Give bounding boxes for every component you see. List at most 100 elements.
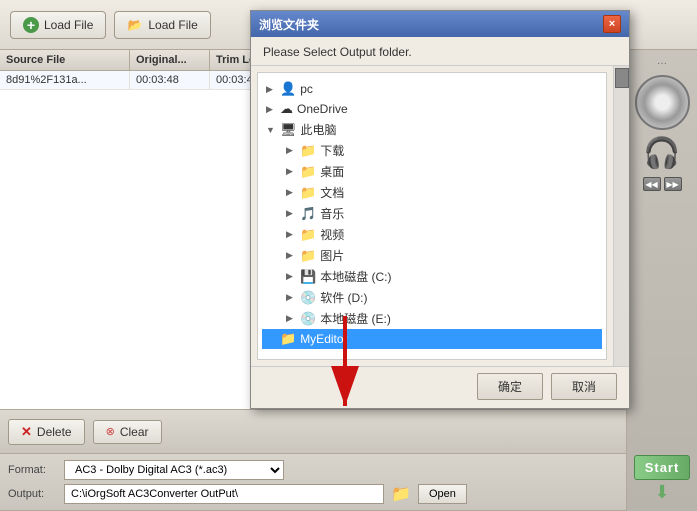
open-button[interactable]: Open	[418, 484, 467, 504]
tree-arrow-music: ▶	[286, 208, 296, 219]
tree-label-docs: 文档	[320, 184, 344, 201]
tree-label-desktop: 桌面	[320, 163, 344, 180]
folder-icon: 📁	[391, 484, 411, 504]
tree-item-downloads[interactable]: ▶ 📁 下载	[262, 140, 602, 161]
dialog: 浏览文件夹 × Please Select Output folder. ▶ 👤…	[250, 10, 630, 409]
load-file-2-label: Load File	[148, 18, 197, 32]
tree-folder-icon-local_c: 💾	[300, 269, 316, 285]
nav-controls: ◀◀ ▶▶	[643, 177, 682, 191]
dialog-title: 浏览文件夹	[259, 16, 319, 33]
right-panel: ··· 🎧 ◀◀ ▶▶ Start ⬇	[627, 50, 697, 511]
start-area: Start ⬇	[634, 455, 691, 503]
cell-original: 00:03:48	[130, 71, 210, 89]
delete-button[interactable]: ✕ Delete	[8, 419, 85, 445]
tree-arrow-desktop: ▶	[286, 166, 296, 177]
output-label: Output:	[8, 488, 58, 500]
tree-item-myeditor[interactable]: 📁 MyEditor	[262, 329, 602, 349]
start-button[interactable]: Start	[634, 455, 691, 480]
tree-folder-icon-soft_d: 💿	[300, 290, 316, 306]
tree-arrow-onedrive: ▶	[266, 104, 276, 115]
format-select[interactable]: AC3 - Dolby Digital AC3 (*.ac3)	[64, 460, 284, 480]
dialog-content: ▶ 👤 pc ▶ ☁ OneDrive ▼ 🖥 此电脑 ▶ 📁 下载 ▶ 📁 桌…	[251, 66, 629, 366]
tree-item-soft_d[interactable]: ▶ 💿 软件 (D:)	[262, 287, 602, 308]
tree-item-docs[interactable]: ▶ 📁 文档	[262, 182, 602, 203]
tree-label-music: 音乐	[320, 205, 344, 222]
tree-folder-icon-pc: 👤	[280, 81, 296, 97]
tree-label-pictures: 图片	[320, 247, 344, 264]
cell-source: 8d91%2F131a...	[0, 71, 130, 89]
tree-arrow-pictures: ▶	[286, 250, 296, 261]
next-btn[interactable]: ▶▶	[664, 177, 682, 191]
next-icon: ▶▶	[666, 180, 678, 189]
tree-arrow-local_c: ▶	[286, 271, 296, 282]
format-label: Format:	[8, 464, 58, 476]
tree-label-downloads: 下载	[320, 142, 344, 159]
cd-visual	[635, 75, 690, 130]
clear-label: Clear	[120, 425, 149, 439]
tree-item-desktop[interactable]: ▶ 📁 桌面	[262, 161, 602, 182]
tree-folder-icon-videos: 📁	[300, 227, 316, 243]
tree-arrow-videos: ▶	[286, 229, 296, 240]
tree-arrow-pc: ▶	[266, 84, 276, 95]
tree-arrow-downloads: ▶	[286, 145, 296, 156]
action-bar: ✕ Delete ⊗ Clear	[0, 410, 626, 454]
tree-folder-icon-music: 🎵	[300, 206, 316, 222]
tree-folder-icon-local_e: 💿	[300, 311, 316, 327]
folder-load-icon: 📂	[127, 17, 143, 33]
right-panel-top: ···	[657, 58, 667, 69]
tree-label-myeditor: MyEditor	[300, 332, 347, 346]
app-window: + Load File 📂 Load File Source File Orig…	[0, 0, 697, 511]
tree-label-thispc: 此电脑	[301, 121, 337, 138]
format-bar: Format: AC3 - Dolby Digital AC3 (*.ac3) …	[0, 454, 626, 511]
dialog-scrollbar[interactable]	[613, 66, 629, 366]
load-file-1-label: Load File	[44, 18, 93, 32]
tree-item-pictures[interactable]: ▶ 📁 图片	[262, 245, 602, 266]
tree-folder-icon-myeditor: 📁	[280, 331, 296, 347]
tree-label-local_e: 本地磁盘 (E:)	[320, 310, 391, 327]
tree-arrow-docs: ▶	[286, 187, 296, 198]
tree-item-thispc[interactable]: ▼ 🖥 此电脑	[262, 119, 602, 140]
tree-item-music[interactable]: ▶ 🎵 音乐	[262, 203, 602, 224]
dialog-cancel-button[interactable]: 取消	[551, 373, 617, 400]
tree-folder-icon-pictures: 📁	[300, 248, 316, 264]
tree-arrow-soft_d: ▶	[286, 292, 296, 303]
dialog-confirm-button[interactable]: 确定	[477, 373, 543, 400]
browse-folder-button[interactable]: 📁	[390, 484, 412, 504]
prev-btn[interactable]: ◀◀	[643, 177, 661, 191]
dialog-actions: 确定 取消	[251, 366, 629, 408]
tree-label-local_c: 本地磁盘 (C:)	[320, 268, 391, 285]
tree-item-local_e[interactable]: ▶ 💿 本地磁盘 (E:)	[262, 308, 602, 329]
add-icon: +	[23, 17, 39, 33]
tree-label-soft_d: 软件 (D:)	[320, 289, 367, 306]
load-file-1-button[interactable]: + Load File	[10, 11, 106, 39]
tree-item-pc[interactable]: ▶ 👤 pc	[262, 79, 602, 99]
format-row: Format: AC3 - Dolby Digital AC3 (*.ac3)	[8, 460, 618, 480]
tree-item-local_c[interactable]: ▶ 💾 本地磁盘 (C:)	[262, 266, 602, 287]
load-file-2-button[interactable]: 📂 Load File	[114, 11, 210, 39]
col-original-header: Original...	[130, 50, 210, 70]
dialog-subtitle: Please Select Output folder.	[251, 37, 629, 66]
clear-button[interactable]: ⊗ Clear	[93, 420, 162, 444]
dialog-titlebar: 浏览文件夹 ×	[251, 11, 629, 37]
tree-item-videos[interactable]: ▶ 📁 视频	[262, 224, 602, 245]
dialog-close-button[interactable]: ×	[603, 15, 621, 33]
tree-folder-icon-docs: 📁	[300, 185, 316, 201]
scrollbar-thumb[interactable]	[615, 68, 629, 88]
tree-item-onedrive[interactable]: ▶ ☁ OneDrive	[262, 99, 602, 119]
tree-folder-icon-desktop: 📁	[300, 164, 316, 180]
output-row: Output: 📁 Open	[8, 484, 618, 504]
tree-folder-icon-onedrive: ☁	[280, 101, 293, 117]
tree-arrow-local_e: ▶	[286, 313, 296, 324]
delete-icon: ✕	[21, 424, 32, 440]
tree-folder-icon-downloads: 📁	[300, 143, 316, 159]
output-path-input[interactable]	[64, 484, 384, 504]
tree-label-onedrive: OneDrive	[297, 102, 348, 116]
dialog-tree[interactable]: ▶ 👤 pc ▶ ☁ OneDrive ▼ 🖥 此电脑 ▶ 📁 下载 ▶ 📁 桌…	[257, 72, 607, 360]
download-icon: ⬇	[634, 482, 691, 503]
tree-label-videos: 视频	[320, 226, 344, 243]
col-source-header: Source File	[0, 50, 130, 70]
headphone-icon: 🎧	[643, 136, 680, 171]
delete-label: Delete	[37, 425, 72, 439]
tree-folder-icon-thispc: 🖥	[280, 122, 297, 138]
prev-icon: ◀◀	[645, 180, 657, 189]
